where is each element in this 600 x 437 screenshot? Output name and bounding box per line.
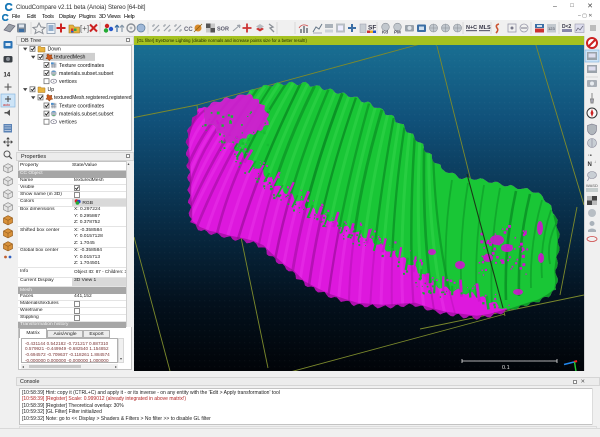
svg-text:[+]: [+] xyxy=(80,24,89,33)
svg-text:14: 14 xyxy=(4,73,11,79)
svg-text:CC: CC xyxy=(184,27,193,33)
svg-text:materials.subset.subset: materials.subset.subset xyxy=(59,111,114,117)
svg-text:·•: ·• xyxy=(588,153,592,159)
svg-text:WASD: WASD xyxy=(586,183,598,188)
svg-text:↓: ↓ xyxy=(594,159,596,164)
svg-text:Up: Up xyxy=(48,87,55,93)
svg-text:materials.subset.subset: materials.subset.subset xyxy=(59,71,114,77)
svg-text:auto: auto xyxy=(3,103,10,107)
svg-text:PM: PM xyxy=(394,30,401,35)
svg-text:Texture coordinates: Texture coordinates xyxy=(59,103,105,109)
svg-text:vertices: vertices xyxy=(59,120,77,126)
svg-text:vertices: vertices xyxy=(59,79,77,85)
svg-text:Kd: Kd xyxy=(382,30,388,35)
svg-text:SF: SF xyxy=(368,25,376,32)
svg-text:Down: Down xyxy=(48,47,61,53)
svg-text:N: N xyxy=(588,162,592,168)
svg-text:texturedMesh.registered.regist: texturedMesh.registered.registered xyxy=(54,95,132,101)
svg-text:SOR: SOR xyxy=(217,27,229,33)
svg-text:Texture coordinates: Texture coordinates xyxy=(59,63,105,69)
svg-text:texturedMesh: texturedMesh xyxy=(54,55,86,61)
svg-text:123: 123 xyxy=(548,26,555,31)
